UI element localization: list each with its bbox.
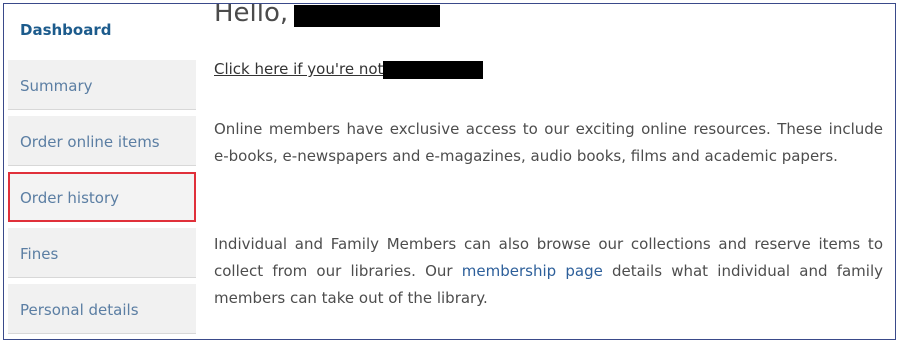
not-you-row: Click here if you're not [214, 60, 484, 79]
not-you-link[interactable]: Click here if you're not [214, 60, 383, 78]
sidebar-item-order-history[interactable]: Order history [8, 172, 196, 222]
sidebar-item-order-online-items[interactable]: Order online items [8, 116, 196, 166]
intro-paragraph: Online members have exclusive access to … [214, 120, 883, 165]
redacted-name-link [383, 61, 484, 79]
greeting-row: Hello, [214, 3, 441, 32]
sidebar-item-personal-details[interactable]: Personal details [8, 284, 196, 334]
sidebar-item-fines[interactable]: Fines [8, 228, 196, 278]
page-frame: Dashboard Summary Order online items Ord… [3, 3, 896, 340]
sidebar-item-dashboard[interactable]: Dashboard [8, 4, 196, 54]
redacted-name [294, 5, 441, 27]
membership-paragraph: Individual and Family Members can also b… [214, 231, 883, 312]
sidebar-item-summary[interactable]: Summary [8, 60, 196, 110]
greeting-text: Hello, [214, 3, 289, 28]
sidebar-nav: Dashboard Summary Order online items Ord… [8, 4, 196, 339]
membership-page-link[interactable]: membership page [462, 262, 603, 280]
